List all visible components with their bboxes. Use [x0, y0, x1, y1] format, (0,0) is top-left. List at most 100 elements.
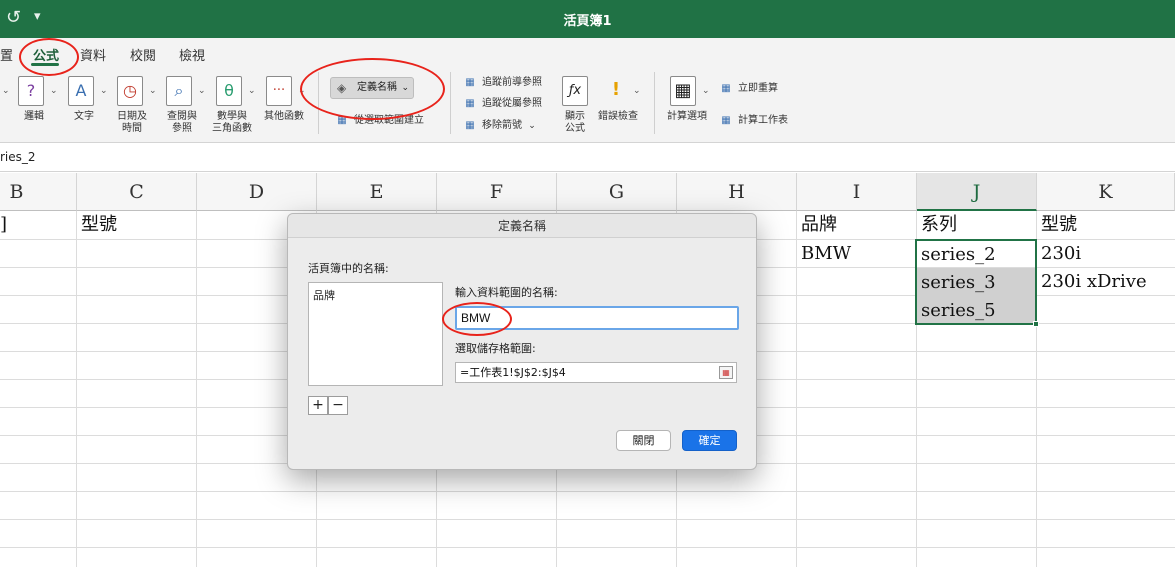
- trace-precedents-label: 追蹤前導參照: [482, 77, 542, 88]
- row-line: [0, 547, 1175, 548]
- lookup-label-line1: 查閱與: [167, 111, 197, 122]
- calc-options-button[interactable]: 計算選項: [662, 111, 712, 123]
- row-line: [0, 491, 1175, 492]
- define-name-dialog: 定義名稱 活頁簿中的名稱: 品牌 + − 輸入資料範圍的名稱: BMW 選取儲存…: [287, 213, 757, 470]
- text-button[interactable]: 文字: [64, 111, 104, 123]
- column-header-f[interactable]: F: [437, 173, 557, 211]
- column-header-i[interactable]: I: [797, 173, 917, 211]
- calc-now-icon: ▦: [721, 83, 731, 94]
- column-header-g[interactable]: G: [557, 173, 677, 211]
- column-header-e[interactable]: E: [317, 173, 437, 211]
- remove-arrows-icon: ▦: [465, 120, 475, 131]
- column-header-h[interactable]: H: [677, 173, 797, 211]
- name-box[interactable]: ries_2: [0, 150, 36, 164]
- chevron-down-icon[interactable]: ⌄: [702, 86, 710, 96]
- annotation-circle-formulas-tab: [19, 38, 79, 76]
- remove-arrows-button[interactable]: ▦ 移除箭號 ⌄: [462, 118, 536, 134]
- tab-data[interactable]: 資料: [80, 45, 106, 64]
- cell-j1[interactable]: 系列: [917, 211, 957, 239]
- text-icon[interactable]: A: [68, 76, 94, 106]
- calculator-icon[interactable]: ▦: [670, 76, 696, 106]
- annotation-circle-name-input: [442, 302, 512, 336]
- range-input-label: 選取儲存格範圍:: [455, 342, 536, 355]
- math-theta-icon[interactable]: θ: [216, 76, 242, 106]
- annotation-circle-define-name: [300, 58, 445, 120]
- trace-dependents-button[interactable]: ▦ 追蹤從屬參照: [462, 96, 542, 112]
- names-list[interactable]: 品牌: [308, 282, 443, 386]
- fill-handle[interactable]: [1033, 321, 1039, 327]
- math-label-line2: 三角函數: [212, 123, 252, 134]
- add-name-button[interactable]: +: [308, 396, 328, 415]
- calc-sheet-button[interactable]: ▦ 計算工作表: [718, 113, 788, 129]
- tab-review[interactable]: 校閱: [130, 45, 156, 64]
- selection-range-border: [915, 239, 1037, 325]
- logic-icon[interactable]: ?: [18, 76, 44, 106]
- chevron-down-icon[interactable]: ⌄: [149, 86, 157, 96]
- window-title: 活頁簿1: [563, 14, 612, 29]
- tab-layout[interactable]: 置: [0, 45, 13, 64]
- trace-dependents-icon: ▦: [465, 98, 475, 109]
- column-header-c[interactable]: C: [77, 173, 197, 211]
- chevron-down-icon[interactable]: ⌄: [2, 86, 10, 96]
- chevron-down-icon[interactable]: ⌄: [198, 86, 206, 96]
- remove-arrows-label: 移除箭號: [482, 120, 522, 131]
- calc-now-button[interactable]: ▦ 立即重算: [718, 81, 778, 97]
- formula-bar: ries_2: [0, 144, 1175, 172]
- cell-i1[interactable]: 品牌: [797, 211, 837, 239]
- tab-view[interactable]: 檢視: [179, 45, 205, 64]
- datetime-label-line2: 時間: [122, 123, 142, 134]
- name-input-label: 輸入資料範圍的名稱:: [455, 286, 558, 299]
- show-formulas-label-line1: 顯示: [565, 111, 585, 122]
- cell-i2[interactable]: BMW: [797, 240, 851, 268]
- datetime-button[interactable]: 日期及 時間: [112, 111, 152, 135]
- calendar-icon[interactable]: ◷: [117, 76, 143, 106]
- math-label-line1: 數學與: [217, 111, 247, 122]
- column-header-k[interactable]: K: [1037, 173, 1175, 211]
- column-header-j[interactable]: J: [917, 173, 1037, 211]
- title-bar: ↺ ▾ 活頁簿1: [0, 0, 1175, 38]
- trace-precedents-button[interactable]: ▦ 追蹤前導參照: [462, 75, 542, 91]
- error-checking-button[interactable]: 錯誤檢查: [594, 111, 642, 123]
- datetime-label-line1: 日期及: [117, 111, 147, 122]
- ribbon-separator: [450, 72, 451, 134]
- chevron-down-icon[interactable]: ⌄: [248, 86, 256, 96]
- range-picker-icon[interactable]: ▦: [719, 366, 733, 379]
- ribbon: 置 公式 資料 校閱 檢視 ⌄ ? ⌄ 邏輯 A ⌄ 文字 ◷ ⌄ 日期及 時間…: [0, 38, 1175, 143]
- dialog-title: 定義名稱: [288, 214, 756, 238]
- column-line: [76, 211, 77, 567]
- fx-icon[interactable]: ƒx: [562, 76, 588, 106]
- cell-b1[interactable]: ]: [0, 211, 7, 239]
- cell-k3[interactable]: 230i xDrive: [1037, 268, 1147, 296]
- other-functions-button[interactable]: 其他函數: [260, 111, 308, 123]
- logic-button[interactable]: 邏輯: [14, 111, 54, 123]
- show-formulas-label-line2: 公式: [565, 123, 585, 134]
- ribbon-tabs: 置 公式 資料 校閱 檢視: [0, 38, 1175, 68]
- calc-sheet-icon: ▦: [721, 115, 731, 126]
- trace-precedents-icon: ▦: [465, 77, 475, 88]
- row-line: [0, 519, 1175, 520]
- names-list-label: 活頁簿中的名稱:: [308, 262, 389, 275]
- chevron-down-icon[interactable]: ⌄: [50, 86, 58, 96]
- chevron-down-icon[interactable]: ⌄: [100, 86, 108, 96]
- close-button[interactable]: 關閉: [616, 430, 671, 451]
- show-formulas-button[interactable]: 顯示 公式: [555, 111, 595, 135]
- cell-k2[interactable]: 230i: [1037, 240, 1081, 268]
- cell-k1[interactable]: 型號: [1037, 211, 1077, 239]
- chevron-down-icon[interactable]: ⌄: [633, 86, 641, 96]
- more-functions-icon[interactable]: ···: [266, 76, 292, 106]
- column-header-b[interactable]: B: [0, 173, 77, 211]
- list-item[interactable]: 品牌: [313, 287, 335, 303]
- lookup-icon[interactable]: ⌕: [166, 76, 192, 106]
- ok-button[interactable]: 確定: [682, 430, 737, 451]
- math-button[interactable]: 數學與 三角函數: [208, 111, 256, 135]
- warning-icon[interactable]: !: [603, 76, 629, 106]
- calc-sheet-label: 計算工作表: [738, 115, 788, 126]
- chevron-down-icon: ⌄: [528, 121, 536, 131]
- calc-now-label: 立即重算: [738, 83, 778, 94]
- lookup-button[interactable]: 查閱與 參照: [162, 111, 202, 135]
- trace-dependents-label: 追蹤從屬參照: [482, 98, 542, 109]
- remove-name-button[interactable]: −: [328, 396, 348, 415]
- cell-c1[interactable]: 型號: [77, 211, 117, 239]
- range-input[interactable]: =工作表1!$J$2:$J$4 ▦: [455, 362, 737, 383]
- column-header-d[interactable]: D: [197, 173, 317, 211]
